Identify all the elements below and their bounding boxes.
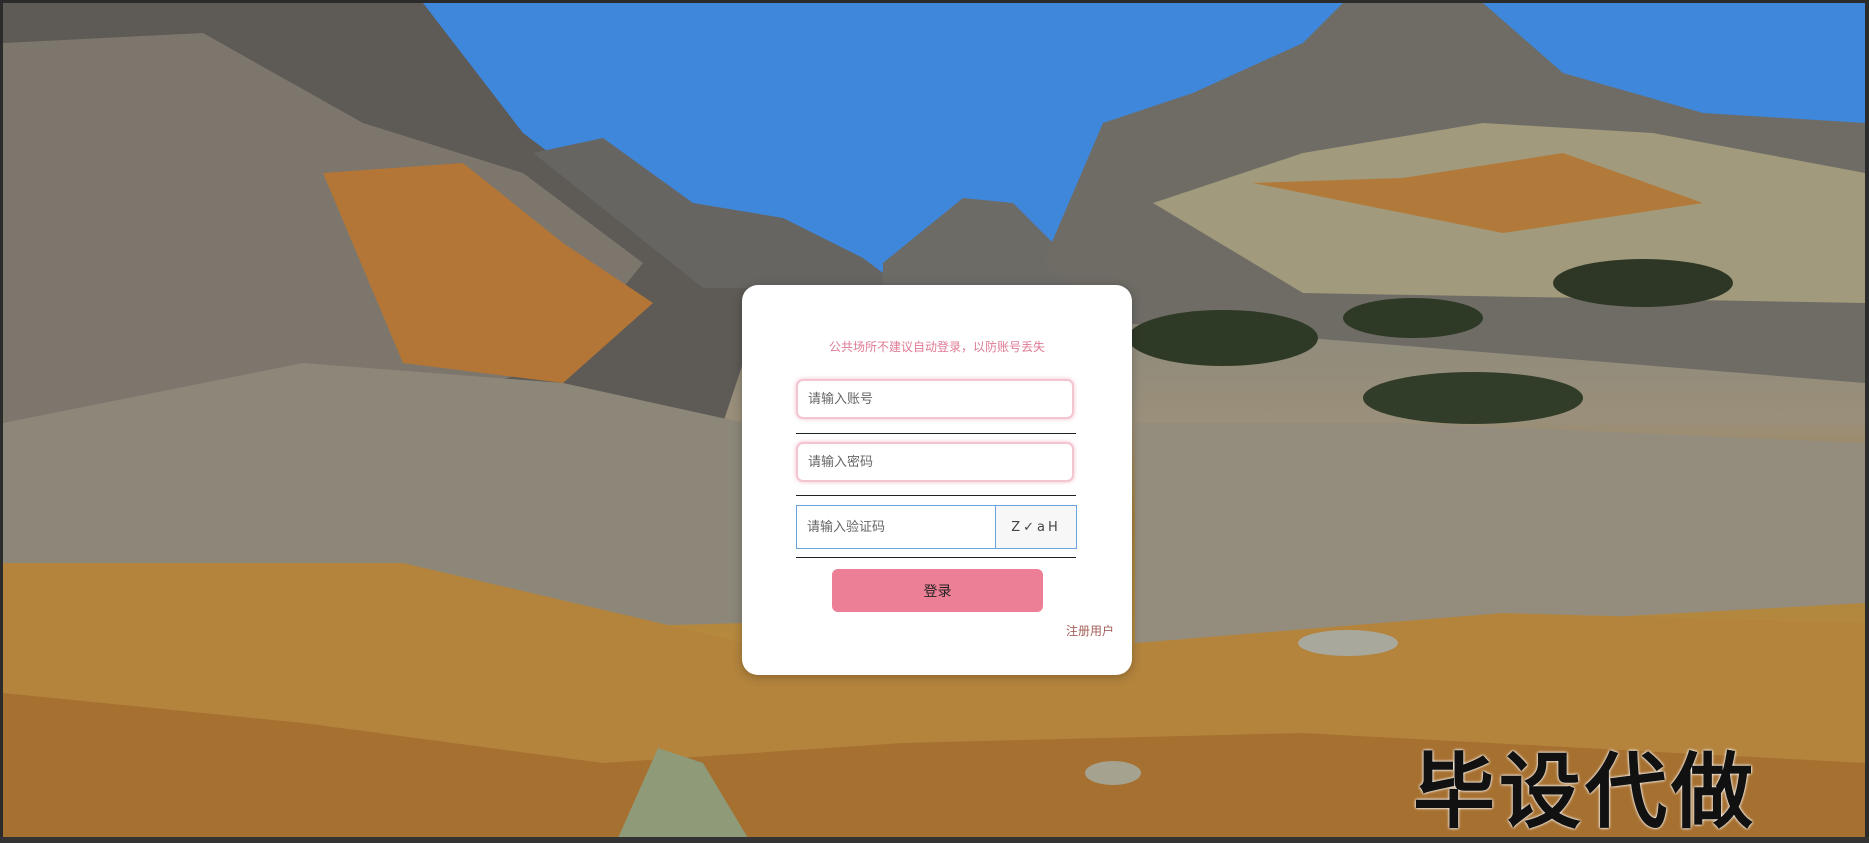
captcha-input[interactable] — [797, 506, 995, 548]
login-button[interactable]: 登录 — [832, 569, 1043, 612]
login-card: 公共场所不建议自动登录，以防账号丢失 Z✓aH 登录 注册用户 — [742, 285, 1132, 675]
account-field[interactable] — [796, 379, 1074, 419]
password-input[interactable] — [798, 444, 1072, 480]
account-divider — [796, 433, 1076, 434]
bottom-bar — [0, 837, 1869, 843]
password-divider — [796, 495, 1076, 496]
watermark-text: 毕设代做 — [1413, 745, 1758, 840]
account-input[interactable] — [798, 381, 1072, 417]
auto-login-notice: 公共场所不建议自动登录，以防账号丢失 — [828, 340, 1045, 354]
password-field[interactable] — [796, 442, 1074, 482]
captcha-divider — [796, 557, 1076, 558]
captcha-field[interactable] — [796, 505, 996, 549]
register-link[interactable]: 注册用户 — [1066, 622, 1114, 639]
captcha-image[interactable]: Z✓aH — [995, 505, 1077, 549]
